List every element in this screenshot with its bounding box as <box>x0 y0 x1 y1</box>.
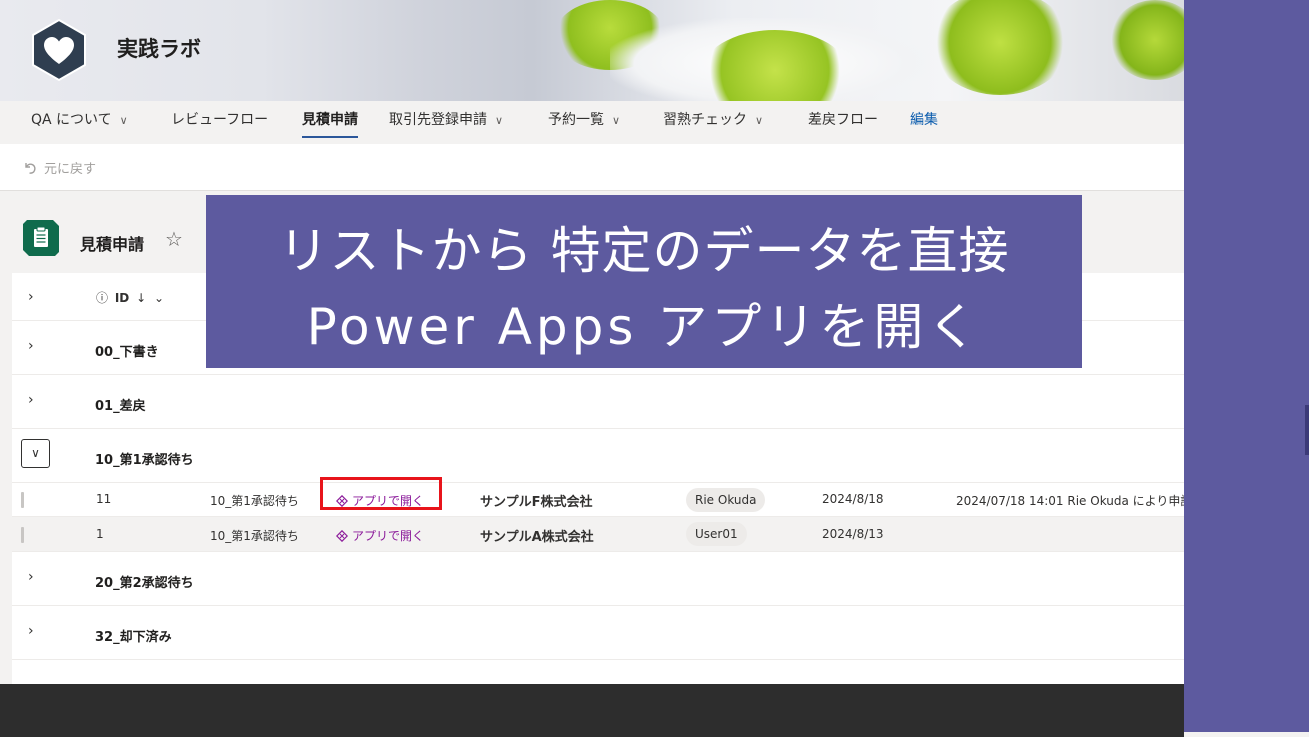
chevron-right-icon[interactable]: › <box>28 338 34 354</box>
nav-item-reservations[interactable]: 予約一覧 ∨ <box>548 101 620 144</box>
group-label: 32_却下済み <box>95 630 172 645</box>
right-side-panel <box>1184 0 1309 732</box>
favorite-star-icon[interactable]: ☆ <box>165 227 183 251</box>
row-company: サンプルA株式会社 <box>480 530 594 545</box>
chevron-right-icon[interactable]: › <box>28 392 34 408</box>
banner-line-1: リストから 特定のデータを直接 <box>278 222 1010 280</box>
row-select-bar[interactable] <box>21 527 24 543</box>
moss-decoration <box>930 0 1070 95</box>
row-company: サンプルF株式会社 <box>480 495 593 510</box>
nav-item-label: 編集 <box>910 112 938 128</box>
caption-banner: リストから 特定のデータを直接 Power Apps アプリを開く <box>206 195 1082 368</box>
row-status: 10_第1承認待ち <box>210 529 299 543</box>
chevron-down-icon: ∨ <box>755 114 764 127</box>
row-select-bar[interactable] <box>21 492 24 508</box>
sort-down-arrow-icon: ↓ <box>136 291 147 305</box>
row-date: 2024/8/13 <box>822 527 884 541</box>
highlight-box <box>320 477 442 510</box>
group-label: 20_第2承認待ち <box>95 576 194 591</box>
nav-item-label: 見積申請 <box>302 112 358 128</box>
list-title: 見積申請 <box>80 235 145 254</box>
group-row[interactable]: › 32_却下済み <box>12 606 1184 660</box>
site-title[interactable]: 実践ラボ <box>117 33 201 63</box>
info-circle-icon: ⓘ <box>96 291 109 305</box>
nav-item-label: 予約一覧 <box>548 112 604 128</box>
id-column-label: ID <box>114 291 130 305</box>
nav-item-label: 差戻フロー <box>808 112 878 128</box>
undo-button[interactable]: 元に戻す <box>22 158 96 177</box>
chevron-right-icon[interactable]: › <box>28 569 34 585</box>
nav-item-vendor-registration[interactable]: 取引先登録申請 ∨ <box>389 101 503 144</box>
undo-label: 元に戻す <box>44 162 97 177</box>
nav-item-review-flow[interactable]: レビューフロー <box>171 101 268 144</box>
expand-all-chevron-icon[interactable]: › <box>28 289 34 305</box>
table-row[interactable]: 11 10_第1承認待ち アプリで開く サンプルF株式会社 Rie Okuda … <box>12 483 1204 517</box>
site-logo-heart-icon[interactable] <box>30 18 88 82</box>
row-note: 2024/07/18 14:01 Rie Okuda により申請開 <box>956 494 1205 508</box>
list-clipboard-icon <box>23 220 59 256</box>
group-label: 00_下書き <box>95 345 159 360</box>
group-row-expanded[interactable]: ∨ 10_第1承認待ち <box>12 429 1184 483</box>
nav-item-label: 習熟チェック <box>663 112 747 128</box>
chevron-down-icon: ⌄ <box>154 291 165 305</box>
group-row[interactable]: › 01_差戻 <box>12 375 1184 429</box>
group-label: 01_差戻 <box>95 399 146 414</box>
site-header: 実践ラボ <box>0 0 1184 101</box>
nav-item-return-flow[interactable]: 差戻フロー <box>808 101 878 144</box>
command-bar: 元に戻す <box>0 144 1184 191</box>
banner-line-2: Power Apps アプリを開く <box>306 298 982 356</box>
id-column-header[interactable]: ⓘ ID ↓ ⌄ <box>96 289 164 306</box>
nav-item-estimate[interactable]: 見積申請 <box>302 101 358 144</box>
row-id: 1 <box>96 527 104 541</box>
nav-item-skill-check[interactable]: 習熟チェック ∨ <box>663 101 763 144</box>
row-status: 10_第1承認待ち <box>210 494 299 508</box>
chevron-right-icon[interactable]: › <box>28 623 34 639</box>
power-apps-icon <box>335 529 349 543</box>
table-row[interactable]: 1 10_第1承認待ち アプリで開く サンプルA株式会社 User01 2024… <box>12 517 1184 552</box>
undo-icon <box>25 163 36 174</box>
nav-edit-link[interactable]: 編集 <box>910 101 938 144</box>
chevron-down-icon: ∨ <box>612 114 621 127</box>
person-pill[interactable]: Rie Okuda <box>686 488 766 512</box>
open-in-app-link[interactable]: アプリで開く <box>335 527 425 544</box>
nav-item-label: 取引先登録申請 <box>389 112 487 128</box>
moss-decoration <box>1110 0 1184 80</box>
bottom-bar <box>0 684 1184 737</box>
chevron-down-icon: ∨ <box>119 114 128 127</box>
row-id: 11 <box>96 492 112 506</box>
open-in-app-label: アプリで開く <box>352 529 425 543</box>
group-label: 10_第1承認待ち <box>95 453 194 468</box>
right-edge-marker <box>1305 405 1309 455</box>
nav-item-label: レビューフロー <box>171 112 269 128</box>
nav-item-qa[interactable]: QA について ∨ <box>31 101 128 144</box>
row-date: 2024/8/18 <box>822 492 884 506</box>
chevron-down-icon[interactable]: ∨ <box>21 439 50 468</box>
chevron-down-icon: ∨ <box>495 114 504 127</box>
nav-item-label: QA について <box>31 112 112 128</box>
top-navigation: QA について ∨ レビューフロー 見積申請 取引先登録申請 ∨ 予約一覧 ∨ 習熟チ… <box>0 101 1184 144</box>
group-row[interactable]: › 20_第2承認待ち <box>12 552 1184 606</box>
person-pill[interactable]: User01 <box>686 522 747 546</box>
